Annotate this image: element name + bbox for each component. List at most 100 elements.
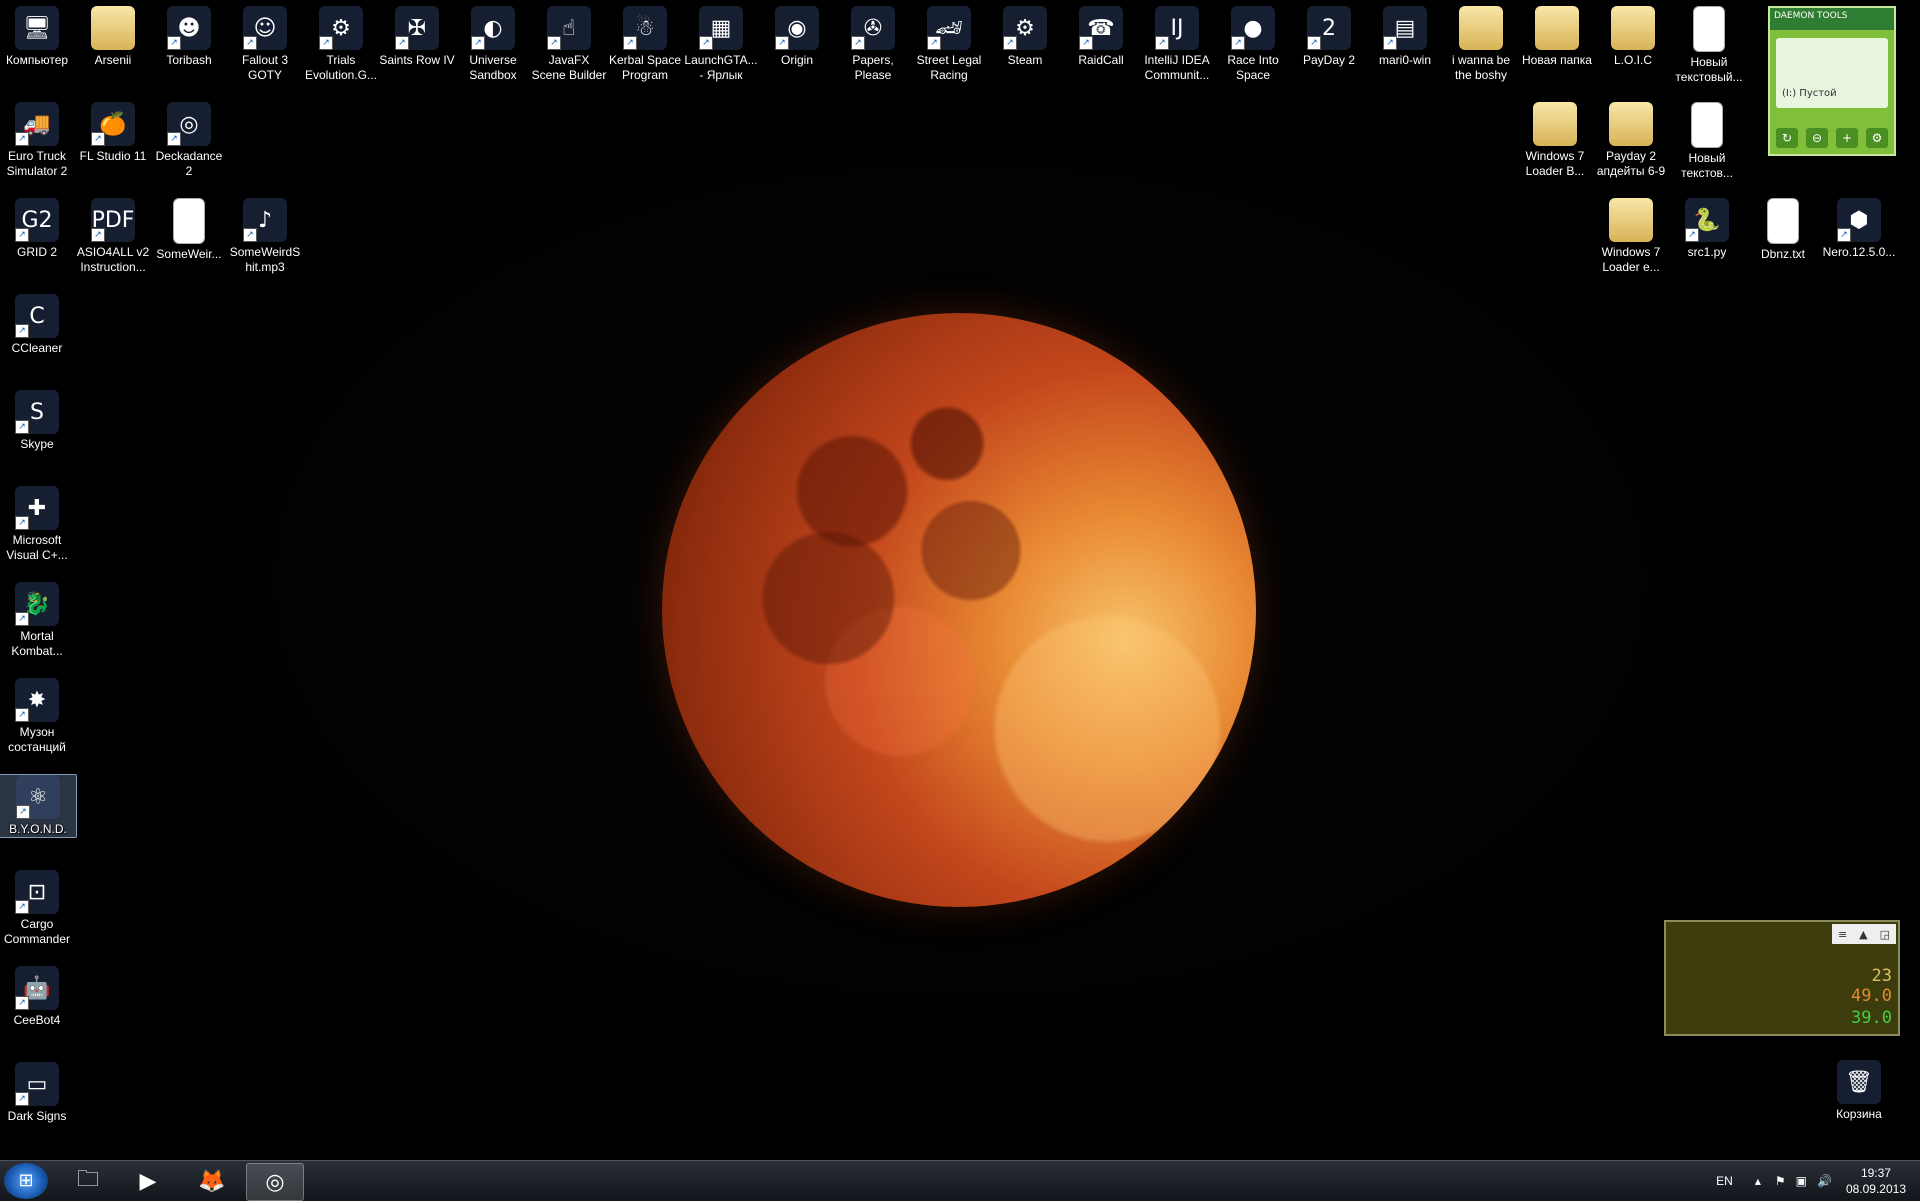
desktop-icon[interactable]: Новый текстовый... [1671, 6, 1747, 85]
desktop-icon[interactable]: Payday 2 апдейты 6-9 [1593, 102, 1669, 179]
desktop-icon[interactable]: ▦ ↗ LaunchGTA... - Ярлык [683, 6, 759, 83]
desktop-icon[interactable]: ♪ ↗ SomeWeirdS hit.mp3 [227, 198, 303, 275]
desktop-icon[interactable]: 🗑 Корзина [1821, 1060, 1897, 1122]
desktop-icon-label: Skype [20, 437, 54, 451]
desktop-icon[interactable]: ⚙ ↗ Trials Evolution.G... [303, 6, 379, 83]
resize-icon[interactable]: ◲ [1880, 928, 1890, 941]
desktop-icon[interactable]: G2 ↗ GRID 2 [0, 198, 75, 260]
folder-icon [1459, 6, 1503, 50]
shortcut-arrow-icon: ↗ [775, 36, 789, 50]
desktop-icon-label: Kerbal Space Program [608, 53, 682, 82]
shortcut-arrow-icon: ↗ [15, 420, 29, 434]
desktop-icon-label: IntelliJ IDEA Communit... [1144, 53, 1210, 82]
shortcut-arrow-icon: ↗ [15, 228, 29, 242]
shortcut-arrow-icon: ↗ [1079, 36, 1093, 50]
firefox-taskbar-button[interactable]: 🦊 [184, 1163, 240, 1199]
shortcut-arrow-icon: ↗ [15, 996, 29, 1010]
desktop-icon-label: Новый текстов... [1681, 151, 1733, 180]
desktop-icon[interactable]: 🚚 ↗ Euro Truck Simulator 2 [0, 102, 75, 179]
desktop-icon[interactable]: ◎ ↗ Deckadance 2 [151, 102, 227, 179]
shortcut-arrow-icon: ↗ [91, 228, 105, 242]
desktop-icon[interactable]: 🐍 ↗ src1.py [1669, 198, 1745, 260]
origin-icon: ◉ ↗ [775, 6, 819, 50]
daemon-tools-drive[interactable]: (I:) Пустой [1776, 38, 1888, 108]
desktop-icon[interactable]: i wanna be the boshy [1443, 6, 1519, 83]
start-button[interactable]: ⊞ [4, 1163, 48, 1199]
desktop-icon[interactable]: ◐ ↗ Universe Sandbox [455, 6, 531, 83]
desktop: 🖥 Компьютер Arsenii ☻ ↗ Toribash ☺ ↗ Fallout 3 G… [0, 0, 1920, 1160]
daemon-settings-button[interactable]: ⚙ [1866, 128, 1888, 148]
daemon-add-button[interactable]: + [1836, 128, 1858, 148]
desktop-icon-label: Windows 7 Loader e... [1601, 245, 1661, 274]
desktop-icon[interactable]: L.O.I.C [1595, 6, 1671, 68]
desktop-icon[interactable]: ▤ ↗ mari0-win [1367, 6, 1443, 68]
network-icon[interactable]: ▣ [1796, 1174, 1807, 1188]
desktop-icon[interactable]: ✠ ↗ Saints Row IV [379, 6, 455, 68]
desktop-icon[interactable]: ☻ ↗ Toribash [151, 6, 227, 68]
media-player-taskbar-button[interactable]: ▶ [120, 1163, 176, 1199]
daemon-tools-gadget[interactable]: DAEMON TOOLS (I:) Пустой ↻ ⊖ + ⚙ [1768, 6, 1896, 156]
desktop-icon[interactable]: Windows 7 Loader e... [1593, 198, 1669, 275]
desktop-icon[interactable]: Новая папка [1519, 6, 1595, 68]
desktop-icon[interactable]: Dbnz.txt [1745, 198, 1821, 262]
desktop-icon[interactable]: 2 ↗ PayDay 2 [1291, 6, 1367, 68]
desktop-icon[interactable]: ◉ ↗ Origin [759, 6, 835, 68]
shortcut-arrow-icon: ↗ [1685, 228, 1699, 242]
desktop-icon[interactable]: 🤖 ↗ CeeBot4 [0, 966, 75, 1028]
desktop-icon[interactable]: ⚛ ↗ B.Y.O.N.D. [0, 774, 77, 838]
clock[interactable]: 19:37 08.09.2013 [1846, 1165, 1906, 1197]
desktop-icon[interactable]: ☝↗ JavaFX Scene Builder 1.1 [531, 6, 607, 83]
desktop-icon[interactable]: ✚ ↗ Microsoft Visual C+... [0, 486, 75, 563]
desktop-icon[interactable]: ☺ ↗ Fallout 3 GOTY [227, 6, 303, 83]
desktop-icon[interactable]: 🖥 Компьютер [0, 6, 75, 68]
desktop-icon[interactable]: S ↗ Skype [0, 390, 75, 452]
desktop-icon[interactable]: ☎ ↗ RaidCall [1063, 6, 1139, 68]
desktop-icon[interactable]: PDF ↗ ASIO4ALL v2 Instruction... [75, 198, 151, 275]
language-indicator[interactable]: EN [1716, 1174, 1733, 1188]
daemon-unmount-button[interactable]: ⊖ [1806, 128, 1828, 148]
desktop-icon[interactable]: C ↗ CCleaner [0, 294, 75, 356]
desktop-icon[interactable]: ⚙ ↗ Steam [987, 6, 1063, 68]
trials-icon: ⚙ ↗ [319, 6, 363, 50]
desktop-icon-label: CeeBot4 [13, 1013, 61, 1027]
desktop-icon-label: SomeWeir... [156, 247, 222, 261]
desktop-icon[interactable]: ✇↗ Papers, Please v1.0.33 [835, 6, 911, 83]
show-hidden-icons[interactable]: ▴ [1755, 1174, 1761, 1188]
desktop-icon[interactable]: Arsenii [75, 6, 151, 68]
desktop-icon[interactable]: ▭ ↗ Dark Signs [0, 1062, 75, 1124]
desktop-icon[interactable]: Новый текстов... [1669, 102, 1745, 181]
shortcut-arrow-icon: ↗ [167, 132, 181, 146]
system-tray: EN ▴ ⚑ ▣ 🔊 19:37 08.09.2013 [1716, 1161, 1920, 1201]
desktop-icon[interactable]: 🏎 ↗ Street Legal Racing [911, 6, 987, 83]
shortcut-arrow-icon: ↗ [16, 805, 30, 819]
desktop-icon[interactable]: 🍊 ↗ FL Studio 11 [75, 102, 151, 164]
truck-icon: 🚚 ↗ [15, 102, 59, 146]
desktop-icon[interactable]: ✸ ↗ Музон состанций [0, 678, 75, 755]
desktop-icon[interactable]: IJ ↗ IntelliJ IDEA Communit... [1139, 6, 1215, 83]
menu-icon[interactable]: ≡ [1838, 928, 1847, 941]
sphere-icon: ● ↗ [1231, 6, 1275, 50]
desktop-icon-label: Euro Truck Simulator 2 [6, 149, 68, 178]
explorer-taskbar-button[interactable]: 🗀 [60, 1163, 116, 1199]
desktop-icon[interactable]: ☃ ↗ Kerbal Space Program [607, 6, 683, 83]
desktop-icon-label: src1.py [1687, 245, 1727, 259]
desktop-icon-label: Street Legal Racing [916, 53, 982, 82]
daemon-mount-button[interactable]: ↻ [1776, 128, 1798, 148]
desktop-icon[interactable]: SomeWeir... [151, 198, 227, 262]
desktop-icon-label: ASIO4ALL v2 Instruction... [76, 245, 150, 274]
desktop-icon-label: Origin [780, 53, 813, 67]
desktop-icon-label: Deckadance 2 [155, 149, 223, 178]
collapse-icon[interactable]: ▲ [1859, 928, 1867, 941]
firefox-icon: 🦊 [198, 1168, 226, 1194]
desktop-icon[interactable]: ⊡ ↗ Cargo Commander [0, 870, 75, 947]
byond-icon: ⚛ ↗ [16, 775, 60, 819]
volume-icon[interactable]: 🔊 [1817, 1174, 1832, 1188]
chrome-taskbar-button[interactable]: ◎ [246, 1163, 304, 1201]
desktop-icon[interactable]: ⬢ ↗ Nero.12.5.0... [1821, 198, 1897, 260]
desktop-icon[interactable]: ● ↗ Race Into Space [1215, 6, 1291, 83]
desktop-icon[interactable]: Windows 7 Loader B... [1517, 102, 1593, 179]
racing-icon: 🏎 ↗ [927, 6, 971, 50]
action-center-icon[interactable]: ⚑ [1775, 1174, 1786, 1188]
system-monitor-gadget[interactable]: ≡ ▲ ◲ 23 49.0 39.0 [1664, 920, 1900, 1036]
desktop-icon[interactable]: 🐉 ↗ Mortal Kombat... [0, 582, 75, 659]
